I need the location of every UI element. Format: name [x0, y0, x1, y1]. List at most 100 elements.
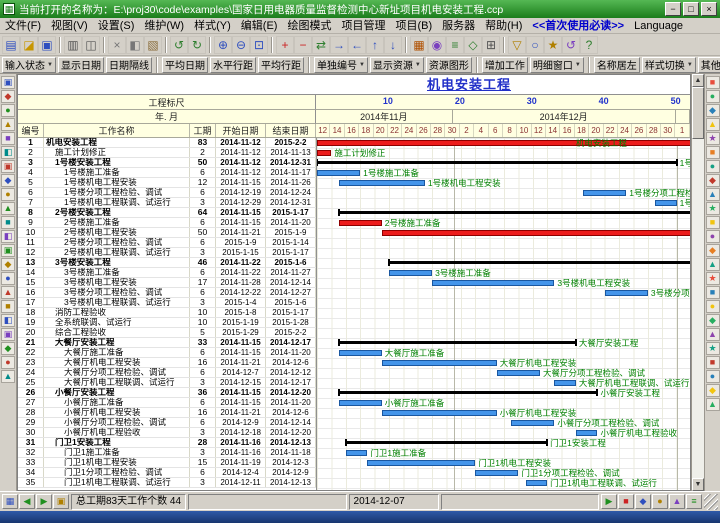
right-tool-icon-15[interactable]: ★: [706, 272, 720, 285]
cut-icon[interactable]: ×: [108, 36, 126, 54]
task-end-cell[interactable]: 2014-11-18: [266, 448, 316, 457]
task-duration-cell[interactable]: 83: [190, 138, 216, 147]
task-duration-cell[interactable]: 15: [190, 458, 216, 467]
gantt-bar-normal[interactable]: [583, 190, 626, 196]
task-duration-cell[interactable]: 6: [190, 288, 216, 297]
task-name-cell[interactable]: 大餐厅机电工程联调、试运行: [44, 378, 190, 387]
task-row[interactable]: 24大餐厅分项工程检验、调试62014-12-72014-12-12: [18, 368, 316, 378]
left-tool-icon-15[interactable]: ●: [1, 272, 15, 285]
run-icon[interactable]: ▶: [601, 494, 617, 509]
task-start-cell[interactable]: 2014-11-15: [216, 398, 266, 407]
calendar-icon[interactable]: ▦: [410, 36, 428, 54]
left-tool-icon-3[interactable]: ●: [1, 104, 15, 117]
right-tool-icon-12[interactable]: ●: [706, 230, 720, 243]
task-id-cell[interactable]: 35: [18, 478, 44, 487]
task-end-cell[interactable]: 2014-11-20: [266, 398, 316, 407]
task-duration-cell[interactable]: 6: [190, 348, 216, 357]
right-tool-icon-1[interactable]: ■: [706, 76, 720, 89]
task-start-cell[interactable]: 2014-12-11: [216, 478, 266, 487]
task-name-cell[interactable]: 2号楼分项工程检验、调试: [44, 238, 190, 247]
task-name-cell[interactable]: 1号楼分项工程检验、调试: [44, 188, 190, 197]
left-tool-icon-20[interactable]: ◆: [1, 342, 15, 355]
right-tool-icon-17[interactable]: ●: [706, 300, 720, 313]
gantt-view-icon[interactable]: ≡: [446, 36, 464, 54]
left-tool-icon-13[interactable]: ▣: [1, 244, 15, 257]
search-icon[interactable]: ○: [526, 36, 544, 54]
task-id-cell[interactable]: 14: [18, 268, 44, 277]
task-duration-cell[interactable]: 46: [190, 258, 216, 267]
gantt-bar-summary[interactable]: [389, 261, 690, 264]
task-row[interactable]: 143号楼施工准备62014-11-222014-11-27: [18, 268, 316, 278]
gantt-bar-summary[interactable]: [317, 161, 677, 164]
task-row[interactable]: 32门卫1施工准备32014-11-162014-11-18: [18, 448, 316, 458]
gantt-bar-critical[interactable]: [317, 150, 331, 156]
task-duration-cell[interactable]: 50: [190, 158, 216, 167]
task-end-cell[interactable]: 2015-1-14: [266, 238, 316, 247]
toolbar2-button-13[interactable]: 样式切换▼: [642, 57, 696, 73]
task-id-cell[interactable]: 25: [18, 378, 44, 387]
task-id-cell[interactable]: 32: [18, 448, 44, 457]
right-tool-icon-22[interactable]: ●: [706, 370, 720, 383]
right-tool-icon-11[interactable]: ■: [706, 216, 720, 229]
menu-item-4[interactable]: 维护(W): [139, 18, 189, 34]
task-id-cell[interactable]: 31: [18, 438, 44, 447]
refresh-icon[interactable]: ↺: [562, 36, 580, 54]
task-row[interactable]: 26小餐厅安装工程362014-11-152014-12-20: [18, 388, 316, 398]
task-end-cell[interactable]: 2014-11-20: [266, 348, 316, 357]
task-name-cell[interactable]: 门卫1机电工程安装: [44, 458, 190, 467]
task-start-cell[interactable]: 2015-1-4: [216, 298, 266, 307]
left-tool-icon-16[interactable]: ▲: [1, 286, 15, 299]
settings-icon[interactable]: ★: [544, 36, 562, 54]
task-id-cell[interactable]: 12: [18, 248, 44, 257]
right-tool-icon-21[interactable]: ■: [706, 356, 720, 369]
task-duration-cell[interactable]: 12: [190, 178, 216, 187]
left-tool-icon-7[interactable]: ▣: [1, 160, 15, 173]
task-duration-cell[interactable]: 3: [190, 198, 216, 207]
right-tool-icon-6[interactable]: ■: [706, 146, 720, 159]
right-tool-icon-14[interactable]: ▲: [706, 258, 720, 271]
task-row[interactable]: 92号楼施工准备62014-11-152014-11-20: [18, 218, 316, 228]
gantt-bar-normal[interactable]: [339, 350, 382, 356]
left-tool-icon-5[interactable]: ■: [1, 132, 15, 145]
task-end-cell[interactable]: 2015-2-2: [266, 328, 316, 337]
task-start-cell[interactable]: 2014-12-19: [216, 188, 266, 197]
task-start-cell[interactable]: 2014-11-15: [216, 338, 266, 347]
task-start-cell[interactable]: 2014-12-29: [216, 198, 266, 207]
zoom-out-icon[interactable]: ⊖: [232, 36, 250, 54]
right-tool-icon-16[interactable]: ■: [706, 286, 720, 299]
gantt-bar-normal[interactable]: [346, 450, 368, 456]
task-start-cell[interactable]: 2014-11-16: [216, 448, 266, 457]
task-duration-cell[interactable]: 6: [190, 188, 216, 197]
task-start-cell[interactable]: 2014-11-22: [216, 258, 266, 267]
task-start-cell[interactable]: 2014-12-4: [216, 468, 266, 477]
task-id-cell[interactable]: 15: [18, 278, 44, 287]
left-tool-icon-14[interactable]: ◆: [1, 258, 15, 271]
task-name-cell[interactable]: 消防工程验收: [44, 308, 190, 317]
task-duration-cell[interactable]: 5: [190, 328, 216, 337]
task-row[interactable]: 31号楼安装工程502014-11-122014-12-31: [18, 158, 316, 168]
task-row[interactable]: 30小餐厅机电工程验收32014-12-182014-12-20: [18, 428, 316, 438]
gantt-bar-normal[interactable]: [554, 380, 576, 386]
task-name-cell[interactable]: 3号楼机电工程安装: [44, 278, 190, 287]
task-end-cell[interactable]: 2014-12-12: [266, 368, 316, 377]
task-duration-cell[interactable]: 3: [190, 448, 216, 457]
gantt-bar-normal[interactable]: [511, 420, 554, 426]
task-row[interactable]: 19全系统联调、试运行102015-1-192015-1-28: [18, 318, 316, 328]
task-duration-cell[interactable]: 36: [190, 388, 216, 397]
task-row[interactable]: 22大餐厅施工准备62014-11-152014-11-20: [18, 348, 316, 358]
minimize-button[interactable]: −: [665, 2, 681, 16]
task-id-cell[interactable]: 8: [18, 208, 44, 217]
link-tasks-icon[interactable]: ⇄: [312, 36, 330, 54]
task-end-cell[interactable]: 2014-12-31: [266, 198, 316, 207]
gantt-bar-normal[interactable]: [526, 480, 548, 486]
task-end-cell[interactable]: 2015-1-6: [266, 258, 316, 267]
gantt-bar-normal[interactable]: [382, 360, 497, 366]
task-row[interactable]: 28小餐厅机电工程安装162014-11-212014-12-6: [18, 408, 316, 418]
help-icon[interactable]: ?: [580, 36, 598, 54]
task-start-cell[interactable]: 2015-1-29: [216, 328, 266, 337]
left-tool-icon-19[interactable]: ▣: [1, 328, 15, 341]
toolbar2-button-2[interactable]: 显示日期: [58, 57, 104, 73]
task-name-cell[interactable]: 3号楼施工准备: [44, 268, 190, 277]
task-end-cell[interactable]: 2015-1-17: [266, 308, 316, 317]
right-tool-icon-24[interactable]: ▲: [706, 398, 720, 411]
